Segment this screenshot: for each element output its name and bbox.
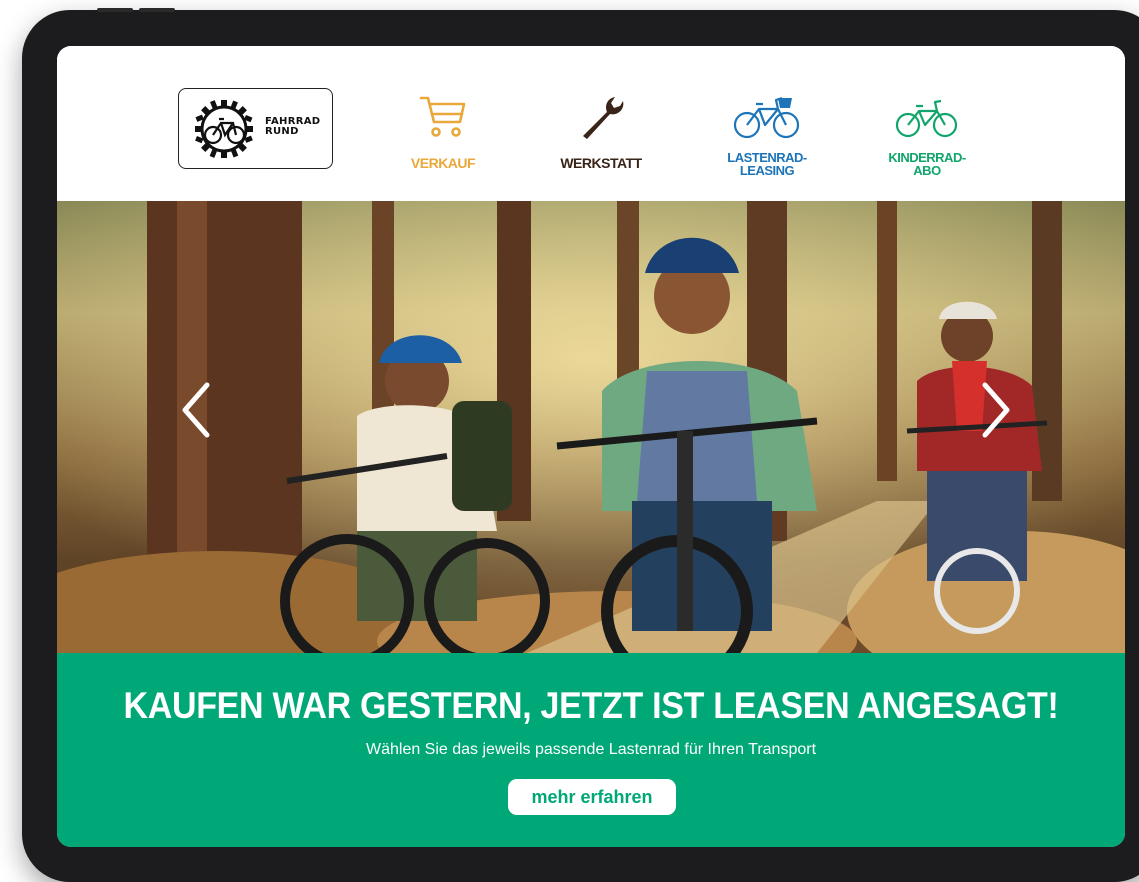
nav-item-werkstatt[interactable]: WERKSTATT: [536, 92, 666, 170]
cargo-bike-icon: [733, 96, 800, 139]
hero-image: [57, 201, 1125, 653]
wrench-icon: [583, 97, 624, 139]
chevron-right-icon[interactable]: [975, 379, 1015, 441]
more-info-button[interactable]: mehr erfahren: [508, 779, 676, 815]
site-header: FAHRRAD RUND VERKAUF WERKSTATT LASTENRAD…: [57, 46, 1125, 201]
nav-label-werkstatt: WERKSTATT: [560, 155, 642, 171]
hero-slider: [57, 201, 1125, 653]
nav-item-kinderrad-abo[interactable]: KINDERRAD- ABO: [862, 92, 992, 177]
shopping-cart-icon: [419, 96, 466, 137]
gear-bicycle-icon: [195, 100, 253, 158]
bicycle-icon: [895, 99, 958, 138]
logo[interactable]: FAHRRAD RUND: [178, 88, 333, 169]
screen: FAHRRAD RUND VERKAUF WERKSTATT LASTENRAD…: [57, 46, 1125, 847]
nav-label-kinderrad-abo: KINDERRAD- ABO: [862, 151, 992, 177]
nav-label-line: ABO: [913, 163, 941, 178]
tablet-button: [139, 8, 175, 12]
banner-title: KAUFEN WAR GESTERN, JETZT IST LEASEN ANG…: [123, 685, 1059, 727]
nav-item-lastenrad-leasing[interactable]: LASTENRAD- LEASING: [702, 92, 832, 177]
nav-item-verkauf[interactable]: VERKAUF: [378, 92, 508, 170]
nav-label-verkauf: VERKAUF: [410, 155, 476, 171]
nav-label-lastenrad-leasing: LASTENRAD- LEASING: [702, 151, 832, 177]
logo-text-line2: RUND: [265, 126, 299, 137]
banner-subtitle: Wählen Sie das jeweils passende Lastenra…: [365, 741, 817, 758]
chevron-left-icon[interactable]: [177, 379, 217, 441]
tablet-button: [97, 8, 133, 12]
promo-banner: KAUFEN WAR GESTERN, JETZT IST LEASEN ANG…: [57, 653, 1125, 847]
nav-label-line: LEASING: [739, 163, 795, 178]
